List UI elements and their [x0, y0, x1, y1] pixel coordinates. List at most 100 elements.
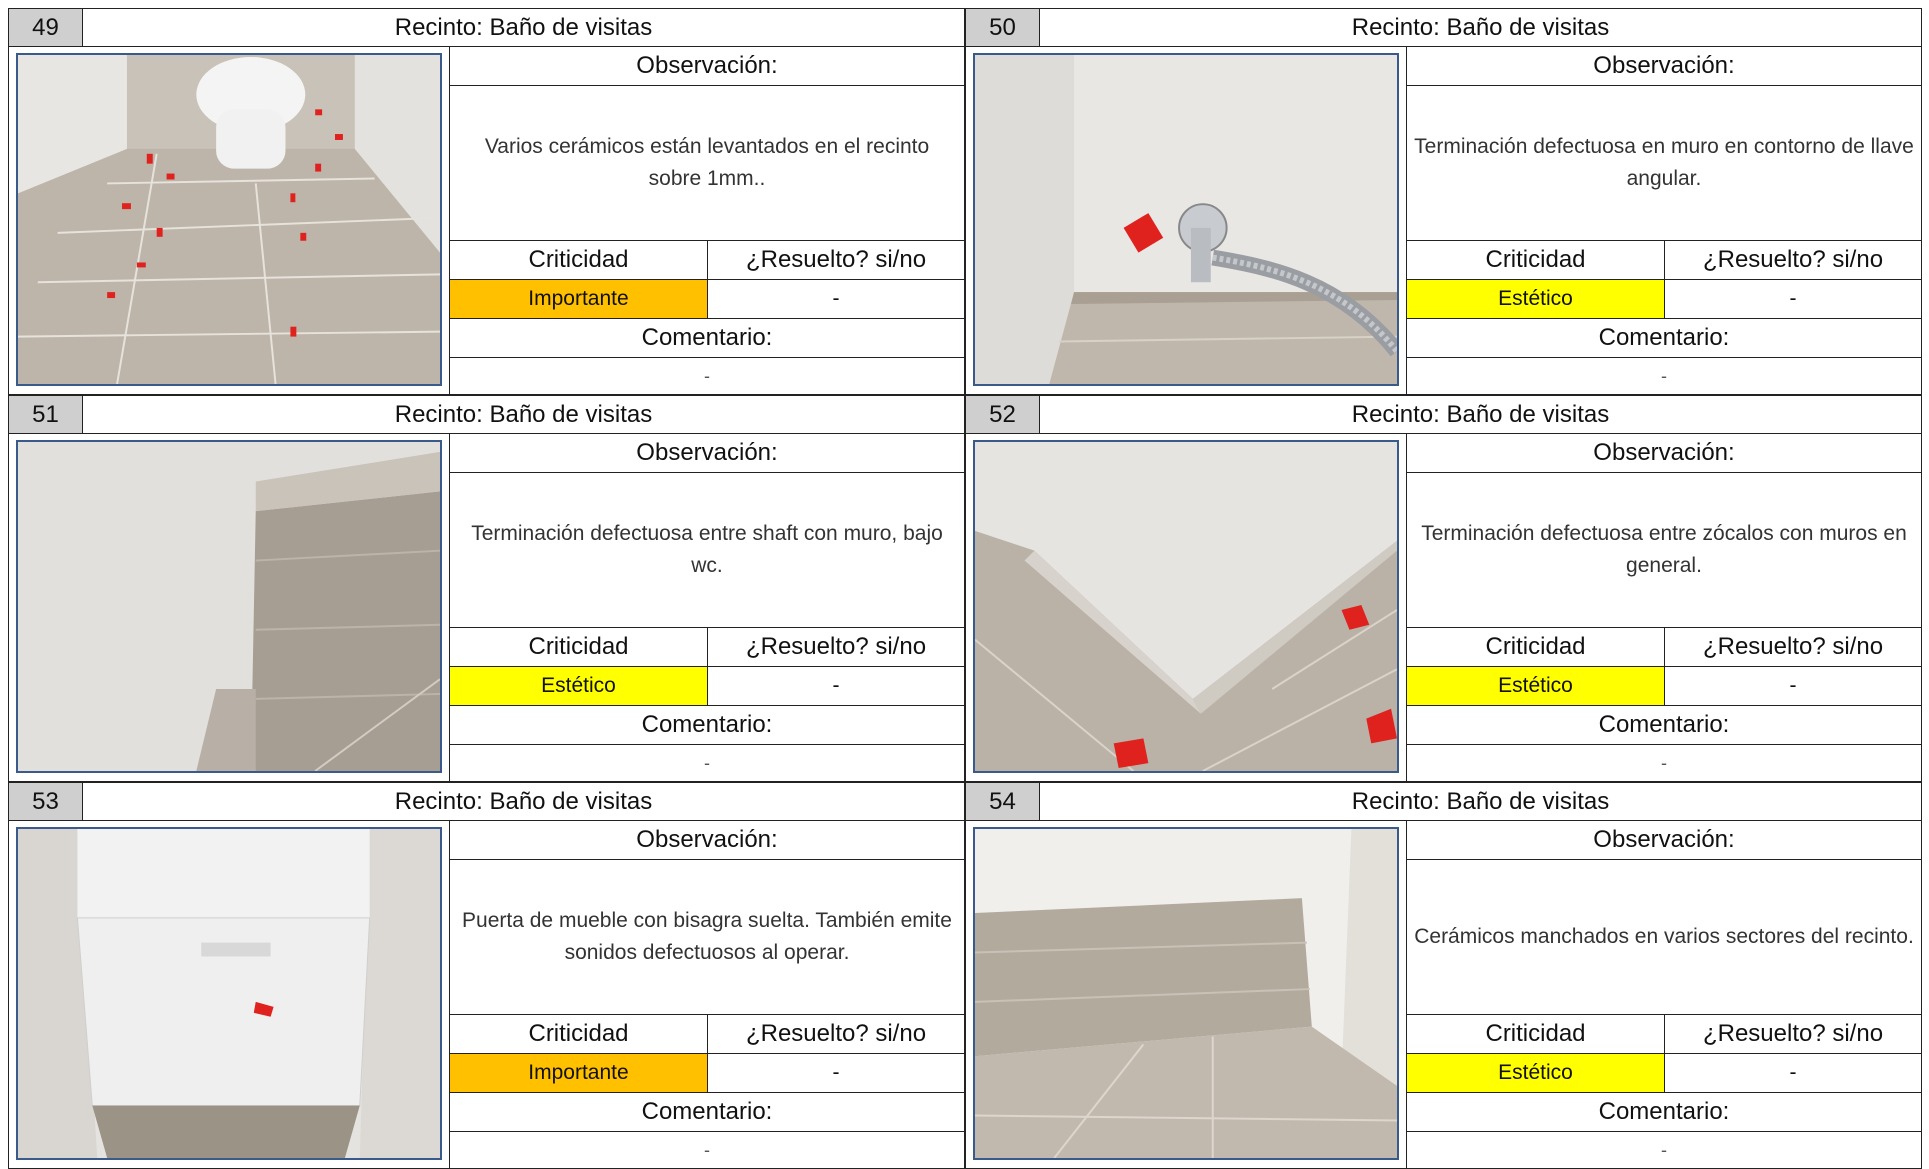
- observacion-text: Puerta de mueble con bisagra suelta. Tam…: [450, 860, 964, 1015]
- photo-cell: [8, 47, 449, 395]
- info-panel: Observación: Terminación defectuosa en m…: [1406, 47, 1922, 395]
- recinto-title: Recinto: Baño de visitas: [1351, 14, 1610, 41]
- comentario-value: -: [704, 1140, 710, 1160]
- info-panel: Observación: Terminación defectuosa entr…: [1406, 434, 1922, 782]
- item-number: 49: [9, 9, 83, 46]
- observation-card: 50 Recinto: Baño de visitas Observación:…: [965, 8, 1922, 395]
- resuelto-value: -: [1789, 1061, 1797, 1084]
- item-number: 50: [966, 9, 1040, 46]
- observacion-label: Observación:: [1407, 47, 1921, 86]
- resuelto-label: ¿Resuelto? si/no: [1702, 246, 1884, 273]
- item-number: 54: [966, 783, 1040, 820]
- photo-cell: [8, 434, 449, 782]
- photo-cell: [965, 821, 1406, 1169]
- criticidad-label: Criticidad: [1407, 1015, 1665, 1053]
- photo-cell: [965, 47, 1406, 395]
- criticidad-value-row: Estético -: [1407, 667, 1921, 706]
- resuelto-value: -: [832, 1061, 840, 1084]
- item-number: 52: [966, 396, 1040, 433]
- criticidad-label: Criticidad: [450, 628, 708, 666]
- card-header: 51 Recinto: Baño de visitas: [8, 395, 965, 434]
- recinto-title: Recinto: Baño de visitas: [394, 14, 653, 41]
- resuelto-label: ¿Resuelto? si/no: [1702, 633, 1884, 660]
- criticidad-value: Estético: [1407, 667, 1665, 705]
- observacion-label: Observación:: [1407, 434, 1921, 473]
- criticidad-value: Estético: [450, 667, 708, 705]
- comentario-label: Comentario:: [1407, 319, 1921, 358]
- observation-card: 54 Recinto: Baño de visitas Observación:…: [965, 782, 1922, 1169]
- criticidad-header-row: Criticidad ¿Resuelto? si/no: [450, 1015, 964, 1054]
- info-panel: Observación: Varios cerámicos están leva…: [449, 47, 965, 395]
- observacion-label: Observación:: [450, 434, 964, 473]
- observation-card: 51 Recinto: Baño de visitas Observación:…: [8, 395, 965, 782]
- criticidad-value-row: Importante -: [450, 1054, 964, 1093]
- comentario-label: Comentario:: [450, 319, 964, 358]
- info-panel: Observación: Terminación defectuosa entr…: [449, 434, 965, 782]
- criticidad-label: Criticidad: [1407, 628, 1665, 666]
- observation-card: 49 Recinto: Baño de visitas Observación:…: [8, 8, 965, 395]
- cabinet-door-photo: [16, 827, 442, 1160]
- criticidad-value: Estético: [1407, 1054, 1665, 1092]
- item-number: 51: [9, 396, 83, 433]
- observacion-text: Varios cerámicos están levantados en el …: [450, 86, 964, 241]
- criticidad-header-row: Criticidad ¿Resuelto? si/no: [450, 241, 964, 280]
- skirting-corner-photo: [973, 440, 1399, 773]
- observacion-label: Observación:: [450, 47, 964, 86]
- comentario-label: Comentario:: [1407, 706, 1921, 745]
- criticidad-value: Importante: [450, 280, 708, 318]
- resuelto-value: -: [1789, 287, 1797, 310]
- criticidad-value-row: Estético -: [1407, 1054, 1921, 1093]
- inspection-sheet: 49 Recinto: Baño de visitas Observación:…: [8, 8, 1922, 1169]
- info-panel: Observación: Cerámicos manchados en vari…: [1406, 821, 1922, 1169]
- resuelto-label: ¿Resuelto? si/no: [1702, 1020, 1884, 1047]
- comentario-label: Comentario:: [450, 1093, 964, 1132]
- info-panel: Observación: Puerta de mueble con bisagr…: [449, 821, 965, 1169]
- observacion-text: Terminación defectuosa en muro en contor…: [1407, 86, 1921, 241]
- resuelto-label: ¿Resuelto? si/no: [745, 633, 927, 660]
- recinto-title: Recinto: Baño de visitas: [1351, 401, 1610, 428]
- card-header: 52 Recinto: Baño de visitas: [965, 395, 1922, 434]
- recinto-title: Recinto: Baño de visitas: [394, 401, 653, 428]
- observation-card: 52 Recinto: Baño de visitas Observación:…: [965, 395, 1922, 782]
- criticidad-header-row: Criticidad ¿Resuelto? si/no: [1407, 628, 1921, 667]
- recinto-title: Recinto: Baño de visitas: [394, 788, 653, 815]
- card-header: 53 Recinto: Baño de visitas: [8, 782, 965, 821]
- comentario-value: -: [704, 366, 710, 386]
- resuelto-value: -: [1789, 674, 1797, 697]
- card-header: 49 Recinto: Baño de visitas: [8, 8, 965, 47]
- criticidad-header-row: Criticidad ¿Resuelto? si/no: [450, 628, 964, 667]
- resuelto-value: -: [832, 674, 840, 697]
- card-header: 54 Recinto: Baño de visitas: [965, 782, 1922, 821]
- observacion-label: Observación:: [450, 821, 964, 860]
- criticidad-label: Criticidad: [1407, 241, 1665, 279]
- photo-cell: [8, 821, 449, 1169]
- criticidad-header-row: Criticidad ¿Resuelto? si/no: [1407, 1015, 1921, 1054]
- observacion-text: Cerámicos manchados en varios sectores d…: [1407, 860, 1921, 1015]
- card-header: 50 Recinto: Baño de visitas: [965, 8, 1922, 47]
- observation-card: 53 Recinto: Baño de visitas Observación:…: [8, 782, 965, 1169]
- criticidad-value-row: Estético -: [450, 667, 964, 706]
- photo-cell: [965, 434, 1406, 782]
- comentario-label: Comentario:: [450, 706, 964, 745]
- resuelto-value: -: [832, 287, 840, 310]
- comentario-value: -: [704, 753, 710, 773]
- observacion-text: Terminación defectuosa entre shaft con m…: [450, 473, 964, 628]
- comentario-label: Comentario:: [1407, 1093, 1921, 1132]
- shaft-wall-photo: [16, 440, 442, 773]
- resuelto-label: ¿Resuelto? si/no: [745, 1020, 927, 1047]
- criticidad-value-row: Estético -: [1407, 280, 1921, 319]
- criticidad-label: Criticidad: [450, 1015, 708, 1053]
- comentario-value: -: [1661, 753, 1667, 773]
- criticidad-header-row: Criticidad ¿Resuelto? si/no: [1407, 241, 1921, 280]
- angle-valve-wall-photo: [973, 53, 1399, 386]
- recinto-title: Recinto: Baño de visitas: [1351, 788, 1610, 815]
- item-number: 53: [9, 783, 83, 820]
- bathroom-floor-toilet-photo: [16, 53, 442, 386]
- stained-tiles-photo: [973, 827, 1399, 1160]
- observacion-text: Terminación defectuosa entre zócalos con…: [1407, 473, 1921, 628]
- observacion-label: Observación:: [1407, 821, 1921, 860]
- resuelto-label: ¿Resuelto? si/no: [745, 246, 927, 273]
- criticidad-value: Estético: [1407, 280, 1665, 318]
- criticidad-value: Importante: [450, 1054, 708, 1092]
- comentario-value: -: [1661, 366, 1667, 386]
